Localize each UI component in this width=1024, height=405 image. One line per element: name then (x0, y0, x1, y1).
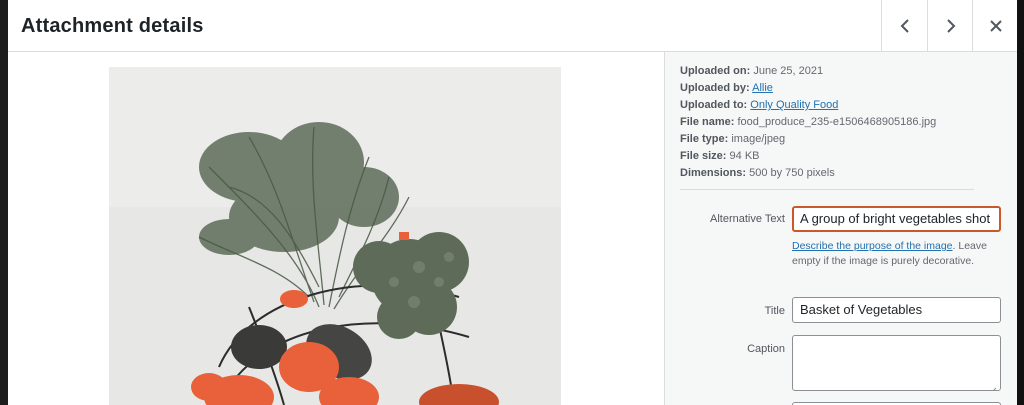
close-modal-button[interactable] (972, 0, 1017, 51)
modal-title: Attachment details (21, 15, 204, 37)
backdrop-edge (1017, 0, 1024, 405)
attachment-image (109, 67, 561, 405)
file-size-value: 94 KB (729, 150, 760, 162)
previous-attachment-button[interactable] (881, 0, 927, 51)
chevron-left-icon (900, 18, 910, 33)
file-size-row: File size: 94 KB (680, 148, 936, 165)
file-details: Uploaded on: June 25, 2021 Uploaded by: … (680, 63, 936, 182)
file-type-label: File type: (680, 133, 729, 145)
caption-label: Caption (747, 343, 785, 355)
close-icon (989, 19, 1002, 32)
uploaded-on-label: Uploaded on: (680, 65, 751, 77)
uploaded-to-link[interactable]: Only Quality Food (750, 99, 838, 111)
chevron-right-icon (946, 18, 956, 33)
uploaded-by-link[interactable]: Allie (752, 82, 773, 94)
caption-textarea[interactable] (792, 335, 1001, 391)
dimensions-value: 500 by 750 pixels (749, 167, 835, 179)
file-name-label: File name: (680, 116, 735, 128)
details-divider (680, 189, 974, 190)
uploaded-by-label: Uploaded by: (680, 82, 750, 94)
file-size-label: File size: (680, 150, 727, 162)
uploaded-by-row: Uploaded by: Allie (680, 80, 936, 97)
dimensions-row: Dimensions: 500 by 750 pixels (680, 165, 936, 182)
dimensions-label: Dimensions: (680, 167, 747, 179)
title-label: Title (764, 305, 785, 317)
media-preview-pane (8, 52, 664, 405)
uploaded-to-label: Uploaded to: (680, 99, 748, 111)
uploaded-to-row: Uploaded to: Only Quality Food (680, 97, 936, 114)
alt-text-label: Alternative Text (709, 213, 785, 225)
title-input[interactable]: Basket of Vegetables (792, 297, 1001, 323)
resize-handle-icon[interactable] (989, 379, 997, 390)
file-type-row: File type: image/jpeg (680, 131, 936, 148)
file-name-row: File name: food_produce_235-e15064689051… (680, 114, 936, 131)
file-type-value: image/jpeg (731, 133, 786, 145)
file-name-value: food_produce_235-e1506468905186.jpg (737, 116, 937, 128)
uploaded-on-row: Uploaded on: June 25, 2021 (680, 63, 936, 80)
attachment-info-panel: Uploaded on: June 25, 2021 Uploaded by: … (664, 52, 1017, 405)
alt-text-help: Describe the purpose of the image. Leave… (792, 239, 1002, 269)
uploaded-on-value: June 25, 2021 (753, 65, 824, 77)
alt-text-help-link[interactable]: Describe the purpose of the image (792, 240, 953, 252)
modal-header: Attachment details (8, 0, 1017, 52)
attachment-details-modal: Attachment details Uploaded on: June 25,… (8, 0, 1017, 405)
next-attachment-button[interactable] (927, 0, 973, 51)
alt-text-input[interactable]: A group of bright vegetables shot (792, 206, 1001, 232)
